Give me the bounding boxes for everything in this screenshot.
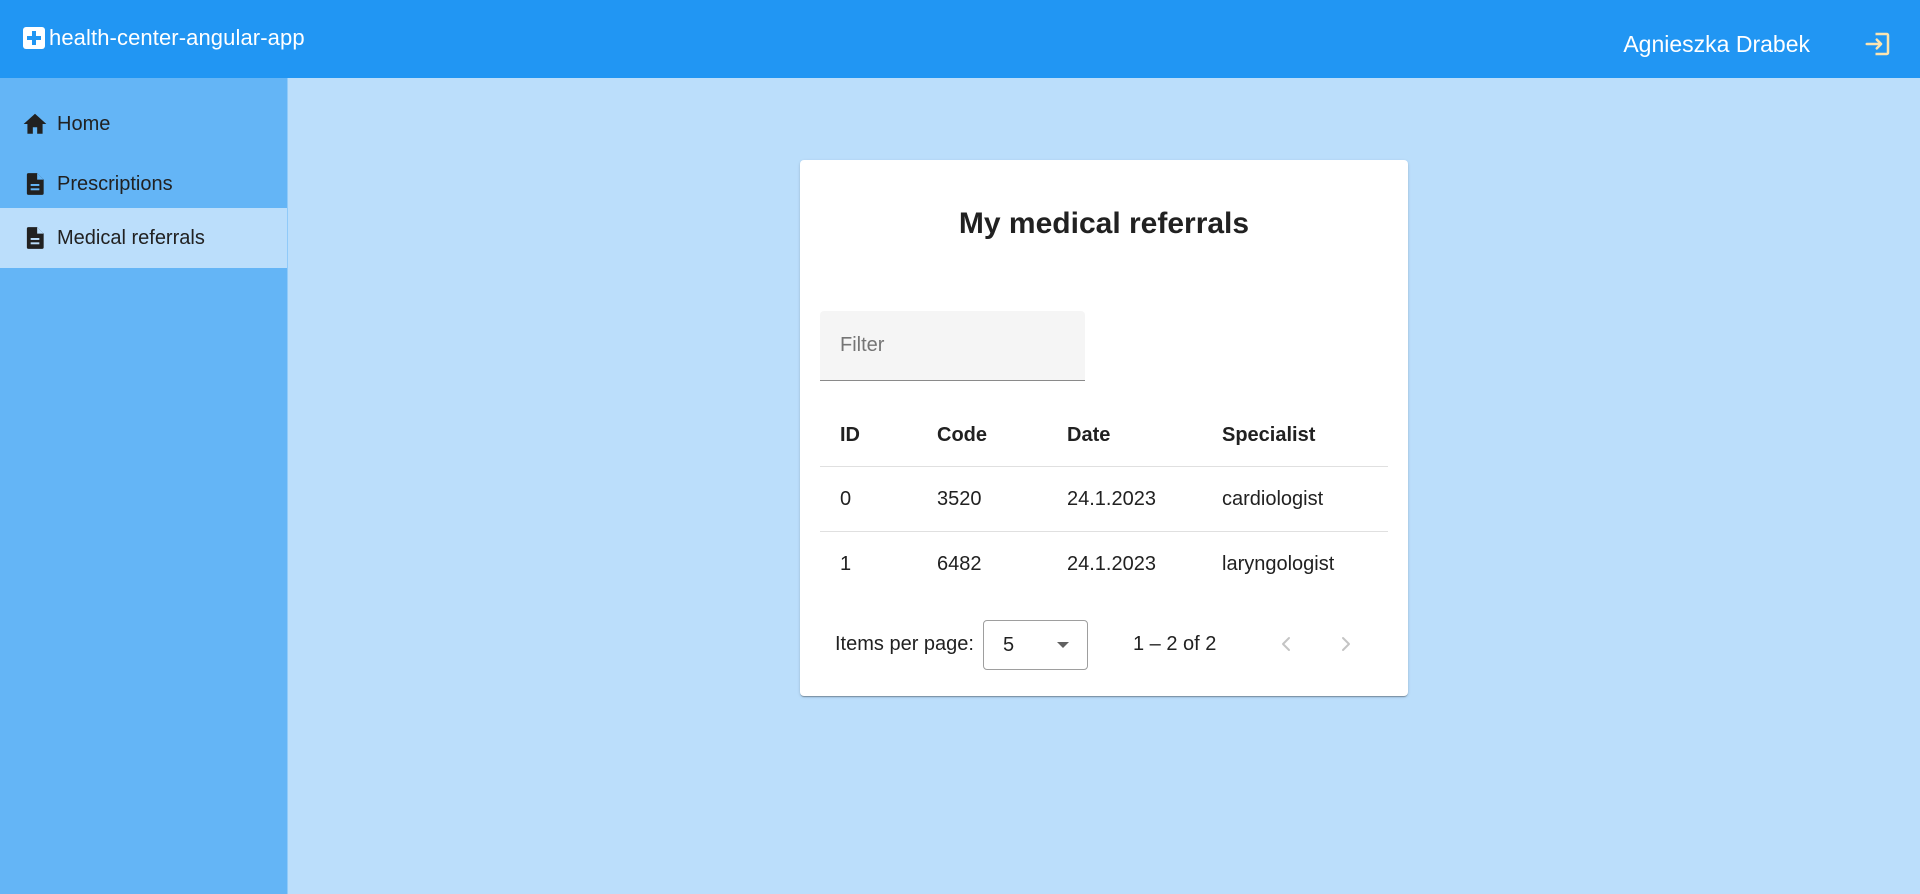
cell-code: 6482 bbox=[937, 553, 982, 575]
chevron-right-icon bbox=[1342, 637, 1350, 651]
column-header-code[interactable]: Code bbox=[937, 404, 987, 466]
page-title: My medical referrals bbox=[958, 207, 1250, 240]
medical-cross-icon bbox=[23, 27, 45, 49]
previous-page-button[interactable] bbox=[1266, 624, 1306, 664]
sidebar-item-label: Medical referrals bbox=[57, 226, 205, 249]
document-icon bbox=[26, 227, 44, 249]
filter-field[interactable] bbox=[820, 311, 1085, 381]
cell-id: 1 bbox=[840, 553, 852, 575]
caret-down-icon bbox=[1057, 642, 1069, 648]
cell-specialist: laryngologist bbox=[1222, 553, 1335, 575]
cell-specialist: cardiologist bbox=[1222, 488, 1324, 510]
sidebar: Home Prescriptions Medical referrals bbox=[0, 78, 288, 894]
sidebar-item-home[interactable]: Home bbox=[0, 94, 287, 154]
top-toolbar: health-center-angular-app Agnieszka Drab… bbox=[0, 0, 1920, 78]
table-row[interactable]: 0 3520 24.1.2023 cardiologist bbox=[820, 466, 1388, 531]
referrals-card: My medical referrals ID Code Date Specia… bbox=[800, 160, 1408, 696]
column-header-date[interactable]: Date bbox=[1067, 404, 1110, 466]
cell-date: 24.1.2023 bbox=[1067, 488, 1156, 510]
document-icon bbox=[26, 173, 44, 195]
user-name: Agnieszka Drabek bbox=[1623, 31, 1810, 57]
sidebar-item-label: Prescriptions bbox=[57, 172, 173, 195]
paginator: Items per page: 5 1 – 2 of 2 bbox=[820, 616, 1388, 672]
cell-code: 3520 bbox=[937, 488, 982, 510]
cell-id: 0 bbox=[840, 488, 852, 510]
column-header-specialist[interactable]: Specialist bbox=[1222, 404, 1315, 466]
cell-date: 24.1.2023 bbox=[1067, 553, 1156, 575]
items-per-page-label: Items per page: bbox=[835, 633, 974, 655]
sidebar-item-label: Home bbox=[57, 112, 111, 135]
filter-input[interactable] bbox=[820, 311, 1085, 380]
range-label: 1 – 2 of 2 bbox=[1133, 633, 1217, 655]
logout-button[interactable] bbox=[1860, 26, 1896, 62]
sidebar-item-medical-referrals[interactable]: Medical referrals bbox=[0, 208, 287, 268]
sidebar-item-prescriptions[interactable]: Prescriptions bbox=[0, 154, 287, 214]
page-size-value: 5 bbox=[1003, 634, 1015, 656]
table-row[interactable]: 1 6482 24.1.2023 laryngologist bbox=[820, 531, 1388, 596]
next-page-button[interactable] bbox=[1326, 624, 1366, 664]
column-header-id[interactable]: ID bbox=[840, 404, 860, 466]
page-size-select[interactable]: 5 bbox=[983, 620, 1088, 670]
logout-icon bbox=[1865, 32, 1890, 56]
chevron-left-icon bbox=[1282, 637, 1290, 651]
app-title: health-center-angular-app bbox=[49, 25, 305, 50]
app-brand: health-center-angular-app bbox=[22, 22, 305, 54]
home-icon bbox=[23, 113, 47, 134]
